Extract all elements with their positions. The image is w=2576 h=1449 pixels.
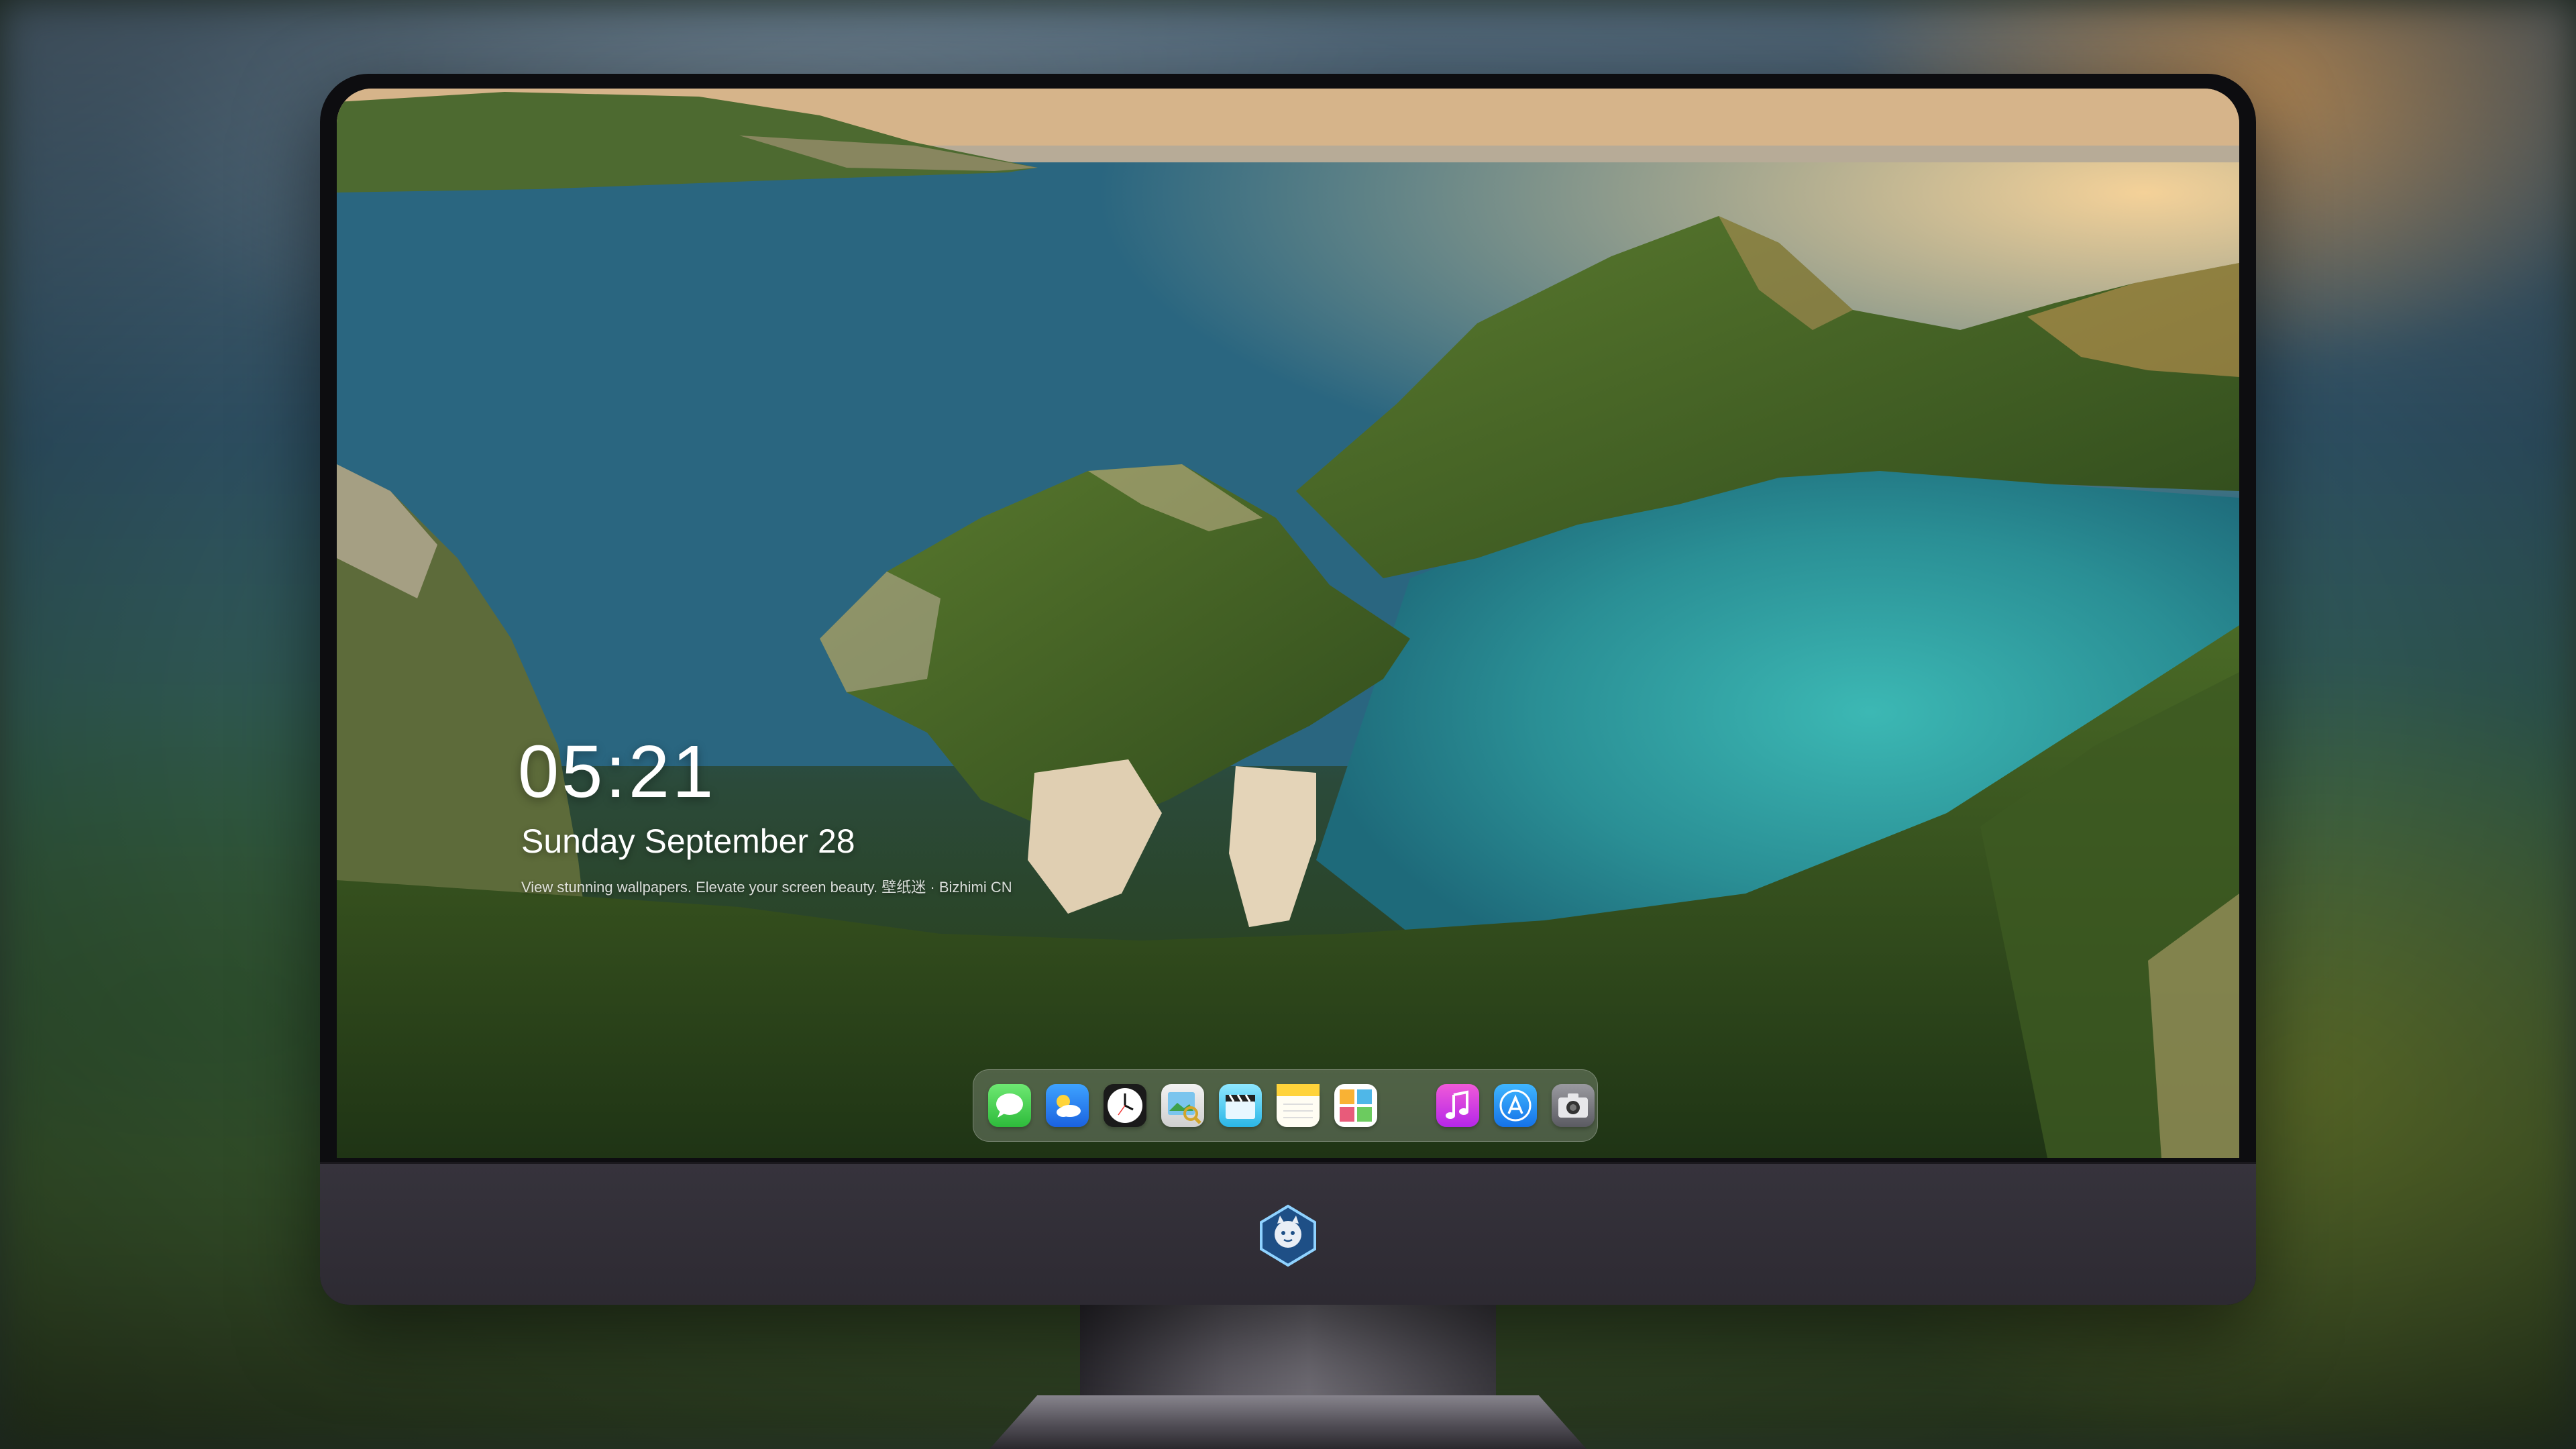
photos-icon [1340, 1089, 1372, 1122]
dock-app-preview[interactable] [1161, 1084, 1204, 1127]
music-icon [1446, 1090, 1468, 1119]
dock-app-final-cut[interactable] [1219, 1084, 1262, 1127]
dock [973, 1069, 1598, 1142]
preview-icon [1168, 1092, 1201, 1124]
camera-icon [1558, 1093, 1588, 1118]
app-store-icon [1499, 1089, 1532, 1122]
monitor-stand-neck [1080, 1305, 1496, 1399]
clapperboard-icon [1226, 1094, 1255, 1119]
brand-logo-icon [1260, 1204, 1316, 1267]
messages-icon [996, 1093, 1023, 1118]
monitor-chin [320, 1162, 2256, 1305]
dock-app-clock[interactable] [1104, 1084, 1146, 1127]
monitor: 05:21 Sunday September 28 View stunning … [320, 74, 2256, 1305]
wallpaper-caption: View stunning wallpapers. Elevate your s… [521, 879, 1012, 896]
wallpaper-landscape [337, 89, 2239, 1158]
dock-app-photos[interactable] [1334, 1084, 1377, 1127]
weather-icon [1057, 1095, 1081, 1117]
dock-app-messages[interactable] [988, 1084, 1031, 1127]
clock-icon [1108, 1088, 1142, 1123]
notes-icon [1277, 1084, 1320, 1118]
dock-app-camera[interactable] [1552, 1084, 1595, 1127]
lock-clock-time: 05:21 [518, 731, 716, 813]
lock-date: Sunday September 28 [521, 822, 855, 860]
dock-app-weather[interactable] [1046, 1084, 1089, 1127]
monitor-stand-base [989, 1395, 1587, 1449]
dock-app-app-store[interactable] [1494, 1084, 1537, 1127]
dock-app-music[interactable] [1436, 1084, 1479, 1127]
dock-app-notes[interactable] [1277, 1084, 1320, 1127]
lock-screen[interactable]: 05:21 Sunday September 28 View stunning … [337, 89, 2239, 1158]
